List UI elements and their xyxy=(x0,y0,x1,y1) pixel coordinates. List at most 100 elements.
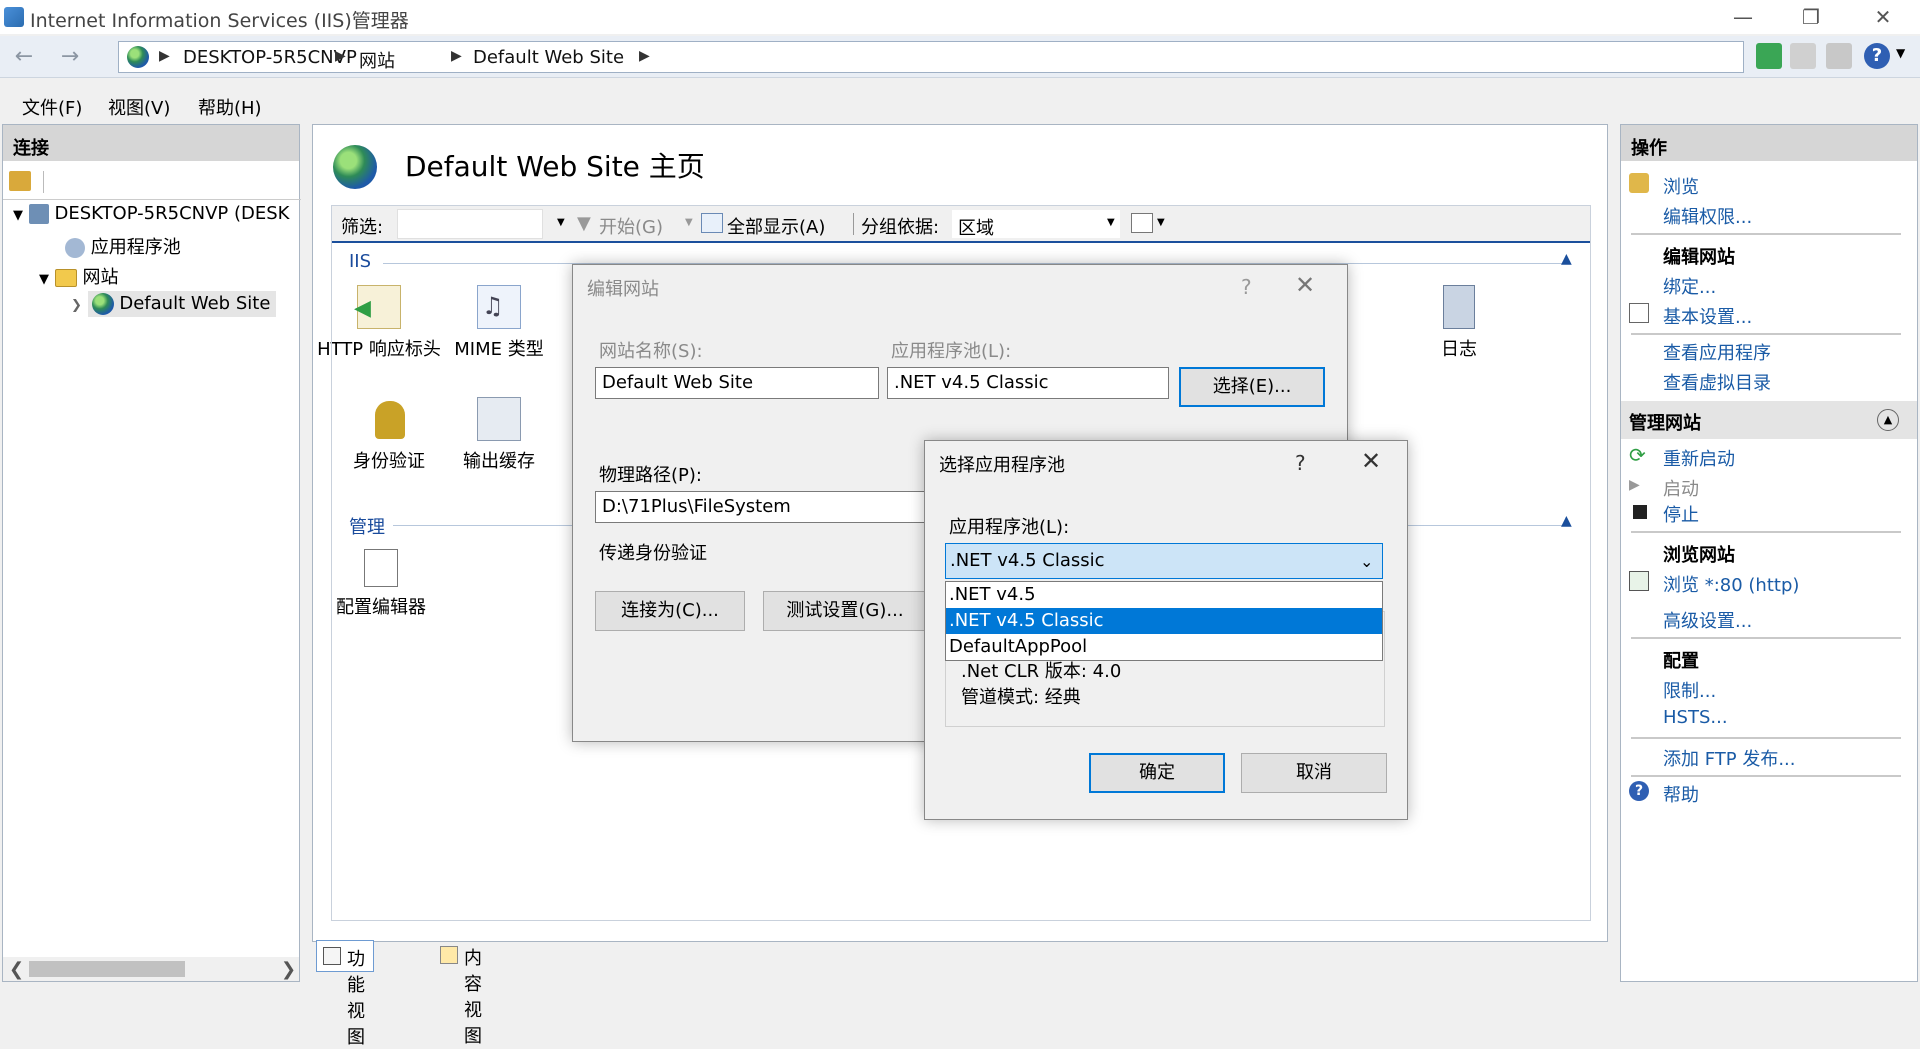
scroll-thumb[interactable] xyxy=(29,961,185,977)
feature-label: 身份验证 xyxy=(353,451,425,472)
breadcrumb-default-site[interactable]: Default Web Site xyxy=(473,47,624,68)
action-start[interactable]: 启动 xyxy=(1663,475,1699,501)
pipeline-mode-text: 管道模式: 经典 xyxy=(961,687,1081,708)
refresh-icon[interactable] xyxy=(1756,43,1782,69)
section-divider xyxy=(1631,737,1901,739)
connect-as-button[interactable]: 连接为(C)... xyxy=(595,591,745,631)
tree-item-default-site[interactable]: ❯ Default Web Site xyxy=(71,291,277,317)
feature-logging[interactable]: 日志 xyxy=(1399,285,1519,361)
tab-features-view[interactable]: 功能视图 xyxy=(316,940,374,1048)
help-question-icon[interactable]: ? xyxy=(1241,275,1252,299)
tree-label-default-site: Default Web Site xyxy=(119,293,271,314)
pool-select-value: .NET v4.5 Classic xyxy=(950,550,1105,571)
action-stop[interactable]: 停止 xyxy=(1663,501,1699,527)
minimize-icon[interactable]: — xyxy=(1720,0,1766,34)
dialog-title: 选择应用程序池 xyxy=(939,455,1065,476)
test-settings-button[interactable]: 测试设置(G)... xyxy=(763,591,927,631)
action-bindings[interactable]: 绑定... xyxy=(1663,273,1716,299)
close-icon[interactable]: ✕ xyxy=(1361,447,1381,475)
tree-item-app-pools[interactable]: 应用程序池 xyxy=(65,233,181,259)
chevron-right-icon[interactable]: ❯ xyxy=(281,959,296,980)
select-pool-button[interactable]: 选择(E)... xyxy=(1179,367,1325,407)
page-title: Default Web Site 主页 xyxy=(405,150,705,183)
chevron-down-icon[interactable]: ▼ xyxy=(1896,46,1905,60)
menu-file[interactable]: 文件(F) xyxy=(22,94,82,120)
action-browse-80[interactable]: 浏览 *:80 (http) xyxy=(1663,571,1799,597)
action-basic-settings[interactable]: 基本设置... xyxy=(1663,303,1752,329)
help-icon[interactable]: ? xyxy=(1864,43,1890,69)
action-add-ftp[interactable]: 添加 FTP 发布... xyxy=(1663,745,1796,771)
select-app-pool-dialog: 选择应用程序池 ? ✕ 应用程序池(L): .NET v4.5 Classic … xyxy=(924,440,1408,820)
action-view-virtual-dirs[interactable]: 查看虚拟目录 xyxy=(1663,369,1771,395)
show-all-icon xyxy=(701,213,723,233)
action-hsts[interactable]: HSTS... xyxy=(1663,707,1728,728)
breadcrumb-server[interactable]: DESKTOP-5R5CNVP xyxy=(183,47,357,68)
config-editor-icon xyxy=(364,549,398,587)
view-mode-icon[interactable] xyxy=(1131,213,1153,233)
feature-mime[interactable]: ♫ MIME 类型 xyxy=(439,285,559,361)
close-icon[interactable]: ✕ xyxy=(1295,271,1315,299)
address-field[interactable]: ▶ DESKTOP-5R5CNVP ▶ 网站 ▶ Default Web Sit… xyxy=(118,41,1744,73)
start-button[interactable]: 开始(G) xyxy=(599,213,663,239)
tab-content-view[interactable]: 内容视图 xyxy=(434,940,490,1047)
mime-types-icon: ♫ xyxy=(477,285,521,329)
menu-view[interactable]: 视图(V) xyxy=(108,94,170,120)
chevron-down-icon[interactable]: ▼ xyxy=(39,272,49,287)
tree-selection: Default Web Site xyxy=(87,291,277,317)
action-view-applications[interactable]: 查看应用程序 xyxy=(1663,339,1771,365)
authentication-icon xyxy=(367,397,411,441)
chevron-down-icon[interactable]: ▼ xyxy=(1107,217,1115,228)
home-icon[interactable] xyxy=(1826,43,1852,69)
feature-config-editor[interactable]: 配置编辑器 xyxy=(321,549,441,619)
filter-input[interactable] xyxy=(397,209,543,239)
site-name-input[interactable]: Default Web Site xyxy=(595,367,879,399)
back-arrow-icon[interactable]: ← xyxy=(6,42,42,72)
chevron-down-icon[interactable]: ⌄ xyxy=(1360,552,1373,571)
ok-button[interactable]: 确定 xyxy=(1089,753,1225,793)
group-header-iis[interactable]: IIS xyxy=(349,251,371,272)
horizontal-scrollbar[interactable]: ❮ ❯ xyxy=(3,957,299,981)
stop-icon[interactable] xyxy=(1790,43,1816,69)
group-header-manage[interactable]: 管理 xyxy=(349,513,385,539)
help-question-icon[interactable]: ? xyxy=(1295,451,1306,475)
chevron-right-icon[interactable]: ▶ xyxy=(451,48,462,64)
cancel-button[interactable]: 取消 xyxy=(1241,753,1387,793)
action-advanced-settings[interactable]: 高级设置... xyxy=(1663,607,1752,633)
feature-output-cache[interactable]: 输出缓存 xyxy=(439,397,559,473)
collapse-circle-icon[interactable]: ▲ xyxy=(1877,409,1899,431)
feature-auth[interactable]: 身份验证 xyxy=(329,397,449,473)
pool-option[interactable]: DefaultAppPool xyxy=(946,634,1382,660)
menu-help[interactable]: 帮助(H) xyxy=(198,94,262,120)
chevron-down-icon[interactable]: ▼ xyxy=(685,217,693,228)
show-all-button[interactable]: 全部显示(A) xyxy=(727,213,825,239)
group-by-select[interactable]: 区域 xyxy=(951,209,1121,239)
app-pool-input[interactable]: .NET v4.5 Classic xyxy=(887,367,1169,399)
chevron-right-icon[interactable]: ▶ xyxy=(159,48,170,64)
collapse-up-icon[interactable]: ▲ xyxy=(1561,513,1572,529)
close-window-icon[interactable]: ✕ xyxy=(1860,0,1906,34)
action-restart[interactable]: 重新启动 xyxy=(1663,445,1735,471)
action-edit-permissions[interactable]: 编辑权限... xyxy=(1663,203,1752,229)
restore-icon[interactable]: ❐ xyxy=(1788,0,1834,34)
collapse-up-icon[interactable]: ▲ xyxy=(1561,251,1572,267)
pool-option[interactable]: .NET v4.5 xyxy=(946,582,1382,608)
chevron-right-icon[interactable]: ❯ xyxy=(71,298,82,313)
chevron-down-icon[interactable]: ▼ xyxy=(557,217,565,228)
tree-item-sites[interactable]: ▼ 网站 xyxy=(39,263,118,289)
chevron-left-icon[interactable]: ❮ xyxy=(9,959,24,980)
action-limits[interactable]: 限制... xyxy=(1663,677,1716,703)
forward-arrow-icon[interactable]: → xyxy=(52,42,88,72)
connect-icon[interactable] xyxy=(9,171,31,191)
pool-select[interactable]: .NET v4.5 Classic ⌄ xyxy=(945,543,1383,579)
feature-label: 日志 xyxy=(1441,339,1477,360)
chevron-right-icon[interactable]: ▶ xyxy=(335,48,346,64)
chevron-down-icon[interactable]: ▼ xyxy=(1157,217,1165,228)
tree-item-server[interactable]: ▼ DESKTOP-5R5CNVP (DESK xyxy=(13,203,289,224)
breadcrumb-sites[interactable]: 网站 xyxy=(359,47,395,73)
chevron-right-icon[interactable]: ▶ xyxy=(639,48,650,64)
pool-option-selected[interactable]: .NET v4.5 Classic xyxy=(946,608,1382,634)
action-help[interactable]: 帮助 xyxy=(1663,781,1699,807)
feature-http-headers[interactable]: ◀ HTTP 响应标头 xyxy=(313,285,445,361)
action-browse[interactable]: 浏览 xyxy=(1663,173,1699,199)
chevron-down-icon[interactable]: ▼ xyxy=(13,208,23,223)
